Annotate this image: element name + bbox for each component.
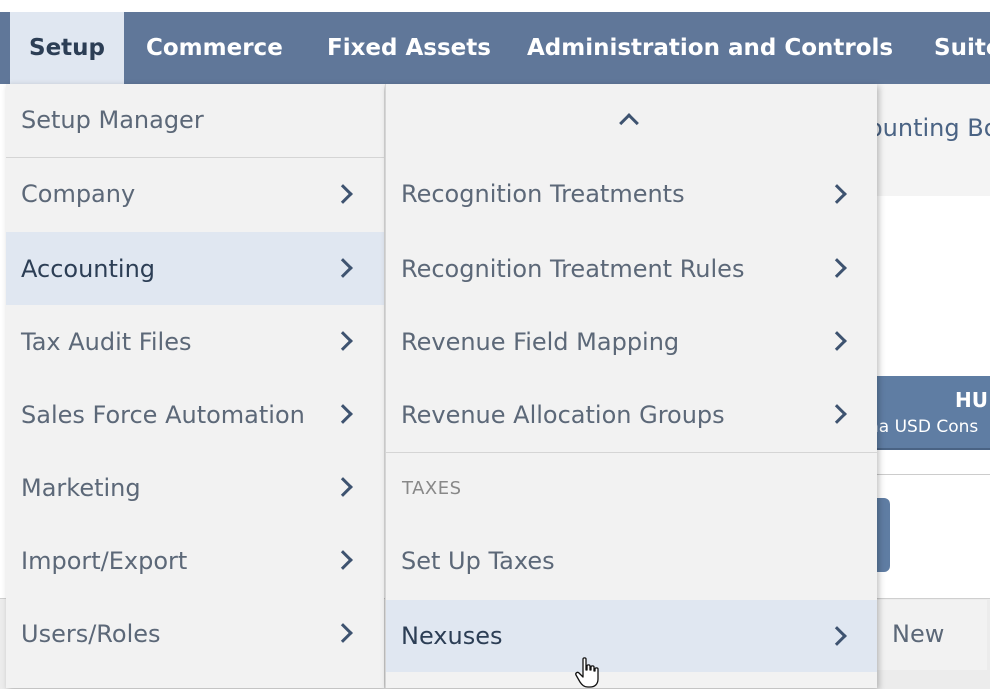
tab-setup[interactable]: Setup	[10, 12, 124, 84]
menu-item-label: Revenue Field Mapping	[401, 327, 680, 356]
tab-suite[interactable]: Suite	[934, 12, 990, 84]
menu-item-revenue-field-mapping[interactable]: Revenue Field Mapping	[386, 305, 877, 378]
chevron-right-icon	[827, 404, 847, 424]
accounting-books-link[interactable]: ounting Bo	[868, 114, 990, 142]
menu-item-label: Company	[21, 180, 136, 208]
menu-item-label: Revenue Allocation Groups	[401, 400, 725, 429]
chevron-right-icon	[333, 550, 353, 570]
menu-item-label: Accounting	[21, 254, 156, 283]
menu-item-tax-audit-files[interactable]: Tax Audit Files	[6, 305, 384, 378]
accounting-submenu: Recognition Treatments Recognition Treat…	[385, 84, 877, 688]
menu-item-label: Marketing	[21, 473, 141, 502]
menu-item-label: Users/Roles	[21, 619, 161, 648]
menu-item-marketing[interactable]: Marketing	[6, 451, 384, 524]
menu-item-sales-force-automation[interactable]: Sales Force Automation	[6, 378, 384, 451]
chevron-up-icon	[619, 113, 639, 133]
menu-separator	[386, 452, 877, 453]
column-header-subtitle: na USD Cons	[868, 417, 979, 437]
tab-fixed-assets[interactable]: Fixed Assets	[327, 12, 491, 84]
table-row-line	[860, 474, 990, 475]
chevron-right-icon	[333, 184, 353, 204]
section-heading-taxes: TAXES	[402, 478, 462, 499]
chevron-right-icon	[333, 623, 353, 643]
tab-administration-label: Administration and Controls	[527, 35, 894, 61]
menu-item-label: Recognition Treatments	[401, 180, 685, 208]
chevron-right-icon	[827, 258, 847, 278]
hand-cursor-icon	[575, 657, 599, 688]
tab-fixed-assets-label: Fixed Assets	[327, 35, 491, 61]
tab-setup-label: Setup	[29, 35, 105, 61]
tab-commerce[interactable]: Commerce	[146, 12, 283, 84]
menu-item-accounting[interactable]: Accounting	[6, 232, 384, 305]
chevron-right-icon	[333, 331, 353, 351]
menu-item-label: Nexuses	[401, 622, 503, 650]
setup-menu: Setup Manager Company Accounting Tax Aud…	[6, 84, 384, 688]
menu-item-label: Set Up Taxes	[401, 546, 555, 575]
top-nav-bar: Setup Commerce Fixed Assets Administrati…	[0, 12, 990, 84]
menu-item-label: Sales Force Automation	[21, 400, 305, 429]
chevron-right-icon	[333, 477, 353, 497]
menu-item-label: Recognition Treatment Rules	[401, 254, 745, 283]
menu-item-label: Import/Export	[21, 546, 188, 575]
tab-suite-label: Suite	[934, 35, 990, 61]
menu-item-revenue-allocation-groups[interactable]: Revenue Allocation Groups	[386, 378, 877, 451]
chevron-right-icon	[827, 331, 847, 351]
menu-item-import-export[interactable]: Import/Export	[6, 524, 384, 597]
scroll-up-button[interactable]	[386, 84, 877, 156]
menu-item-setup-manager[interactable]: Setup Manager	[6, 84, 384, 156]
menu-item-recognition-treatment-rules[interactable]: Recognition Treatment Rules	[386, 232, 877, 305]
menu-item-recognition-treatments[interactable]: Recognition Treatments	[386, 158, 877, 230]
chevron-right-icon	[827, 626, 847, 646]
menu-item-company[interactable]: Company	[6, 158, 384, 230]
chevron-right-icon	[827, 184, 847, 204]
menu-item-users-roles[interactable]: Users/Roles	[6, 597, 384, 670]
tab-commerce-label: Commerce	[146, 35, 283, 61]
chevron-right-icon	[333, 404, 353, 424]
chevron-right-icon	[333, 258, 353, 278]
menu-item-label: Tax Audit Files	[21, 327, 192, 356]
menu-item-nexuses[interactable]: Nexuses	[386, 600, 877, 672]
tab-administration-and-controls[interactable]: Administration and Controls	[527, 12, 893, 84]
column-header-title: HU	[955, 388, 988, 412]
menu-item-set-up-taxes[interactable]: Set Up Taxes	[386, 524, 877, 597]
new-button-label: New	[892, 620, 945, 648]
menu-item-label: Setup Manager	[21, 106, 204, 134]
